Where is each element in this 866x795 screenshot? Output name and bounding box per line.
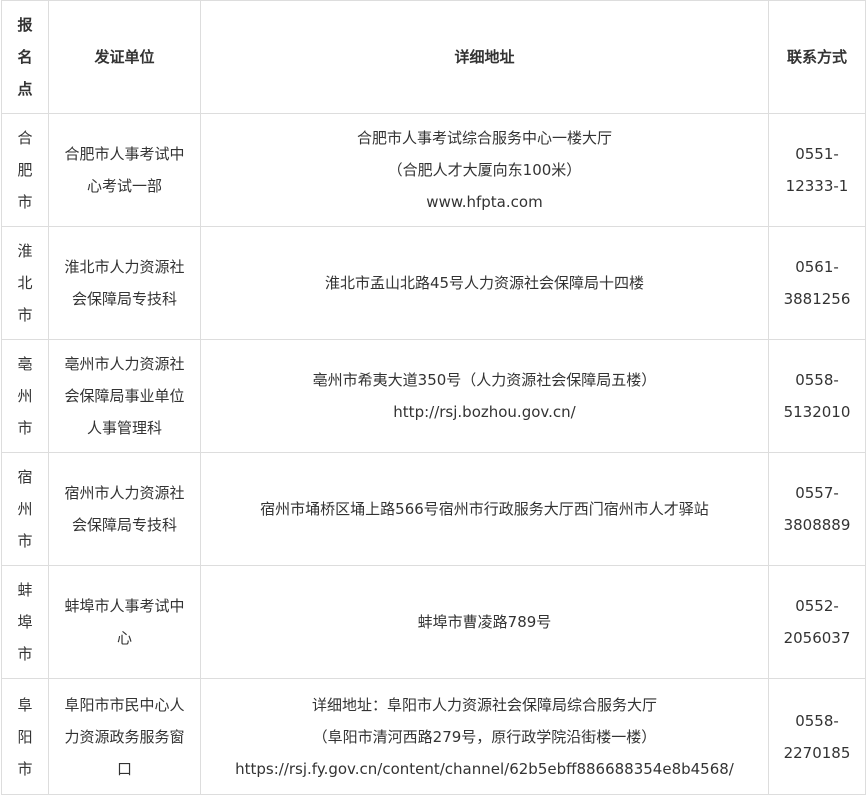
city-char: 淮 xyxy=(17,242,33,260)
city-char: 肥 xyxy=(17,161,33,179)
phone-line: 2270185 xyxy=(783,743,851,762)
phone-cell: 0557- 3808889 xyxy=(768,452,866,566)
city-char: 合 xyxy=(17,129,33,147)
org-line: 心 xyxy=(116,629,132,647)
phone-line: 0561- xyxy=(795,258,839,276)
org-line: 亳州市人力资源社 xyxy=(64,355,185,373)
address-line: 合肥市人事考试综合服务中心一楼大厅 xyxy=(356,129,612,147)
city-char: 阳 xyxy=(17,727,33,746)
table-row: 阜 阳 市 阜阳市市民中心人 力资源政务服务窗 口 详细地址：阜阳市人力资源社会… xyxy=(1,678,866,795)
address-line: （阜阳市清河西路279号，原行政学院沿街楼一楼） xyxy=(312,727,657,746)
table-row: 合 肥 市 合肥市人事考试中 心考试一部 合肥市人事考试综合服务中心一楼大厅 （… xyxy=(1,113,866,227)
phone-line: 0552- xyxy=(795,597,839,615)
table-row: 淮 北 市 淮北市人力资源社 会保障局专技科 淮北市孟山北路45号人力资源社会保… xyxy=(1,226,866,340)
city-char: 阜 xyxy=(17,695,33,714)
address-line: 淮北市孟山北路45号人力资源社会保障局十四楼 xyxy=(324,274,645,292)
phone-line: 0551- xyxy=(795,145,839,163)
website-link[interactable]: https://rsj.fy.gov.cn/content/channel/62… xyxy=(207,753,762,785)
city-char: 市 xyxy=(17,419,33,437)
org-cell: 亳州市人力资源社 会保障局事业单位 人事管理科 xyxy=(48,339,201,453)
header-org: 发证单位 xyxy=(48,0,201,114)
header-contact: 联系方式 xyxy=(768,0,866,114)
phone-line: 3808889 xyxy=(783,516,851,534)
org-cell: 淮北市人力资源社 会保障局专技科 xyxy=(48,226,201,340)
org-line: 心考试一部 xyxy=(86,177,162,195)
phone-line: 0558- xyxy=(795,711,839,730)
address-line: （合肥人才大厦向东100米） xyxy=(387,161,582,179)
header-city: 报 名 点 xyxy=(1,0,49,114)
city-cell: 宿 州 市 xyxy=(1,452,49,566)
phone-cell: 0552- 2056037 xyxy=(768,565,866,679)
table-row: 宿 州 市 宿州市人力资源社 会保障局专技科 宿州市埇桥区埇上路566号宿州市行… xyxy=(1,452,866,566)
phone-line: 0558- xyxy=(795,371,839,389)
table-row: 蚌 埠 市 蚌埠市人事考试中 心 蚌埠市曹凌路789号 0552- 205603… xyxy=(1,565,866,679)
address-line: 详细地址：阜阳市人力资源社会保障局综合服务大厅 xyxy=(311,695,657,714)
org-line: 会保障局专技科 xyxy=(71,516,177,534)
website-link[interactable]: www.hfpta.com xyxy=(207,186,762,218)
address-line: 蚌埠市曹凌路789号 xyxy=(417,613,552,631)
table-row: 亳 州 市 亳州市人力资源社 会保障局事业单位 人事管理科 亳州市希夷大道350… xyxy=(1,339,866,453)
address-cell: 淮北市孟山北路45号人力资源社会保障局十四楼 xyxy=(200,226,769,340)
city-char: 市 xyxy=(17,193,33,211)
header-city-char: 点 xyxy=(17,80,33,98)
phone-cell: 0558- 5132010 xyxy=(768,339,866,453)
address-cell: 宿州市埇桥区埇上路566号宿州市行政服务大厅西门宿州市人才驿站 xyxy=(200,452,769,566)
city-char: 州 xyxy=(17,387,33,405)
table-header-row: 报 名 点 发证单位 详细地址 联系方式 xyxy=(1,0,866,114)
org-cell: 蚌埠市人事考试中 心 xyxy=(48,565,201,679)
city-char: 市 xyxy=(17,645,33,663)
org-line: 阜阳市市民中心人 xyxy=(64,695,185,714)
phone-line: 5132010 xyxy=(783,403,851,421)
phone-cell: 0558- 2270185 xyxy=(768,678,866,795)
org-cell: 阜阳市市民中心人 力资源政务服务窗 口 xyxy=(48,678,201,795)
address-cell: 蚌埠市曹凌路789号 xyxy=(200,565,769,679)
org-line: 口 xyxy=(116,759,132,778)
city-cell: 淮 北 市 xyxy=(1,226,49,340)
address-line: 亳州市希夷大道350号（人力资源社会保障局五楼） xyxy=(312,371,657,389)
header-city-char: 名 xyxy=(17,48,33,66)
address-line: 宿州市埇桥区埇上路566号宿州市行政服务大厅西门宿州市人才驿站 xyxy=(260,500,709,518)
phone-cell: 0561- 3881256 xyxy=(768,226,866,340)
org-line: 会保障局事业单位 xyxy=(64,387,185,405)
org-cell: 合肥市人事考试中 心考试一部 xyxy=(48,113,201,227)
city-char: 市 xyxy=(17,306,33,324)
phone-line: 3881256 xyxy=(783,290,851,308)
org-line: 蚌埠市人事考试中 xyxy=(64,597,185,615)
city-char: 北 xyxy=(17,274,33,292)
org-cell: 宿州市人力资源社 会保障局专技科 xyxy=(48,452,201,566)
org-line: 宿州市人力资源社 xyxy=(64,484,185,502)
org-line: 淮北市人力资源社 xyxy=(64,258,185,276)
city-char: 宿 xyxy=(17,468,33,486)
address-cell: 详细地址：阜阳市人力资源社会保障局综合服务大厅 （阜阳市清河西路279号，原行政… xyxy=(200,678,769,795)
city-char: 州 xyxy=(17,500,33,518)
city-char: 市 xyxy=(17,759,33,778)
website-link[interactable]: http://rsj.bozhou.gov.cn/ xyxy=(207,396,762,428)
city-char: 埠 xyxy=(17,613,33,631)
header-address: 详细地址 xyxy=(200,0,769,114)
phone-line: 0557- xyxy=(795,484,839,502)
city-cell: 合 肥 市 xyxy=(1,113,49,227)
city-char: 市 xyxy=(17,532,33,550)
city-char: 蚌 xyxy=(17,581,33,599)
city-cell: 亳 州 市 xyxy=(1,339,49,453)
city-cell: 阜 阳 市 xyxy=(1,678,49,795)
address-cell: 合肥市人事考试综合服务中心一楼大厅 （合肥人才大厦向东100米） www.hfp… xyxy=(200,113,769,227)
address-cell: 亳州市希夷大道350号（人力资源社会保障局五楼） http://rsj.bozh… xyxy=(200,339,769,453)
org-line: 会保障局专技科 xyxy=(71,290,177,308)
org-line: 合肥市人事考试中 xyxy=(64,145,185,163)
org-line: 人事管理科 xyxy=(86,419,162,437)
registration-table: 报 名 点 发证单位 详细地址 联系方式 合 肥 市 合肥市人事考试中 心考试一… xyxy=(1,0,866,795)
header-city-char: 报 xyxy=(17,16,33,34)
city-cell: 蚌 埠 市 xyxy=(1,565,49,679)
city-char: 亳 xyxy=(17,355,33,373)
phone-line: 2056037 xyxy=(783,629,851,647)
phone-cell: 0551- 12333-1 xyxy=(768,113,866,227)
org-line: 力资源政务服务窗 xyxy=(64,727,185,746)
phone-line: 12333-1 xyxy=(785,177,849,195)
